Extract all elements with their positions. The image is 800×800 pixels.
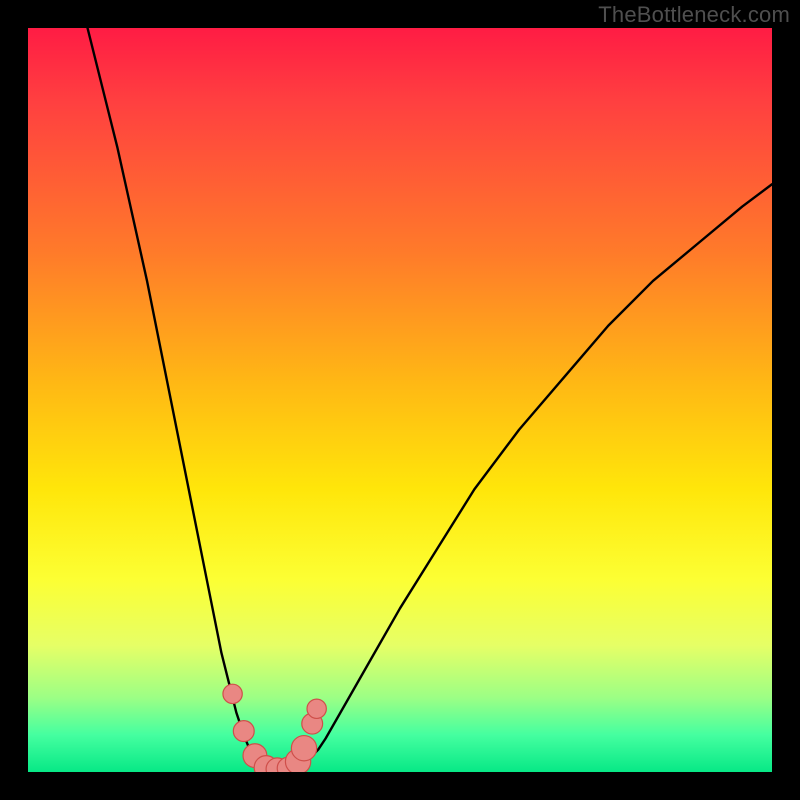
data-marker-9 <box>307 699 326 718</box>
chart-frame: TheBottleneck.com <box>0 0 800 800</box>
data-marker-1 <box>233 721 254 742</box>
marker-group <box>223 684 326 772</box>
plot-area <box>28 28 772 772</box>
data-marker-0 <box>223 684 242 703</box>
data-marker-7 <box>291 736 316 761</box>
watermark-text: TheBottleneck.com <box>598 2 790 28</box>
curve-left-branch <box>88 28 267 769</box>
curve-right-branch <box>296 184 772 769</box>
curve-group <box>88 28 772 771</box>
curve-svg <box>28 28 772 772</box>
